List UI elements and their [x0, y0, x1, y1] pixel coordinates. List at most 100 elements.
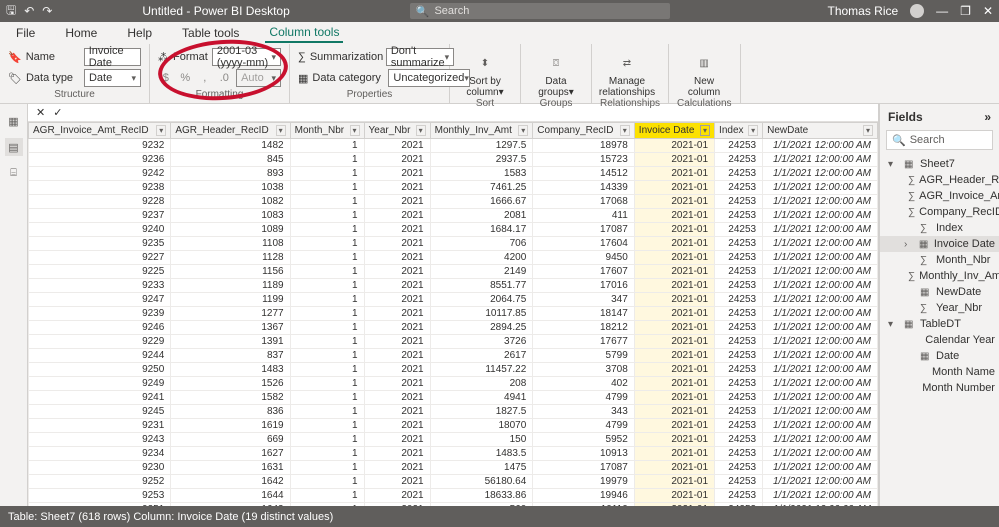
cell[interactable]: 2021 — [364, 461, 430, 475]
cell[interactable]: 3708 — [533, 363, 635, 377]
field-item[interactable]: ∑Monthly_Inv_Amt — [880, 268, 999, 284]
cell[interactable]: 2021 — [364, 195, 430, 209]
cell[interactable]: 2021 — [364, 237, 430, 251]
percent-icon[interactable]: % — [178, 70, 194, 86]
cell[interactable]: 9236 — [29, 153, 171, 167]
tab-file[interactable]: File — [12, 24, 39, 42]
field-item[interactable]: ›▦Invoice Date — [880, 236, 999, 252]
cell[interactable]: 9249 — [29, 377, 171, 391]
cell[interactable]: 1/1/2021 12:00:00 AM — [763, 223, 878, 237]
cell[interactable]: 1367 — [171, 321, 290, 335]
cell[interactable]: 2937.5 — [430, 153, 533, 167]
cell[interactable]: 1 — [290, 363, 364, 377]
cell[interactable]: 9242 — [29, 167, 171, 181]
cell[interactable]: 17607 — [533, 265, 635, 279]
cell[interactable]: 2021 — [364, 139, 430, 153]
data-category-dropdown[interactable]: Uncategorized▾ — [388, 69, 470, 87]
field-item[interactable]: ∑Company_RecID — [880, 204, 999, 220]
cell[interactable]: 24253 — [715, 265, 763, 279]
cell[interactable]: 1/1/2021 12:00:00 AM — [763, 377, 878, 391]
cell[interactable]: 7461.25 — [430, 181, 533, 195]
cell[interactable]: 1128 — [171, 251, 290, 265]
cell[interactable]: 1/1/2021 12:00:00 AM — [763, 167, 878, 181]
cell[interactable]: 1 — [290, 167, 364, 181]
cell[interactable]: 2021-01 — [634, 139, 714, 153]
cell[interactable]: 24253 — [715, 419, 763, 433]
cell[interactable]: 24253 — [715, 321, 763, 335]
cell[interactable]: 2021 — [364, 419, 430, 433]
column-header[interactable]: Company_RecID▾ — [533, 123, 635, 139]
cell[interactable]: 1/1/2021 12:00:00 AM — [763, 391, 878, 405]
cell[interactable]: 1 — [290, 489, 364, 503]
cell[interactable]: 9247 — [29, 293, 171, 307]
tab-help[interactable]: Help — [123, 24, 156, 42]
cell[interactable]: 18633.86 — [430, 489, 533, 503]
cell[interactable]: 17604 — [533, 237, 635, 251]
cell[interactable]: 2064.75 — [430, 293, 533, 307]
cell[interactable]: 2021 — [364, 265, 430, 279]
cell[interactable]: 1 — [290, 433, 364, 447]
cell[interactable]: 9250 — [29, 363, 171, 377]
cell[interactable]: 2021-01 — [634, 181, 714, 195]
cell[interactable]: 1631 — [171, 461, 290, 475]
cell[interactable]: 17068 — [533, 195, 635, 209]
cell[interactable]: 2021 — [364, 279, 430, 293]
cell[interactable]: 1 — [290, 237, 364, 251]
cell[interactable]: 411 — [533, 209, 635, 223]
cell[interactable]: 706 — [430, 237, 533, 251]
field-item[interactable]: ∑Month_Nbr — [880, 252, 999, 268]
cell[interactable]: 2021 — [364, 391, 430, 405]
field-item[interactable]: ∑AGR_Header_RecID — [880, 172, 999, 188]
cell[interactable]: 1038 — [171, 181, 290, 195]
cell[interactable]: 2021-01 — [634, 237, 714, 251]
cell[interactable]: 10110 — [533, 503, 635, 507]
cell[interactable]: 2021-01 — [634, 251, 714, 265]
cell[interactable]: 2021 — [364, 377, 430, 391]
cell[interactable]: 1108 — [171, 237, 290, 251]
cell[interactable]: 2021-01 — [634, 503, 714, 507]
field-item[interactable]: Month Name — [880, 364, 999, 380]
cell[interactable]: 10117.85 — [430, 307, 533, 321]
cell[interactable]: 24253 — [715, 307, 763, 321]
column-header[interactable]: Year_Nbr▾ — [364, 123, 430, 139]
cell[interactable]: 24253 — [715, 139, 763, 153]
cell[interactable]: 1/1/2021 12:00:00 AM — [763, 335, 878, 349]
cell[interactable]: 2021-01 — [634, 265, 714, 279]
cell[interactable]: 2021-01 — [634, 349, 714, 363]
cell[interactable]: 18070 — [430, 419, 533, 433]
cell[interactable]: 2021-01 — [634, 391, 714, 405]
fields-search[interactable]: 🔍Search — [886, 130, 993, 150]
cell[interactable]: 1/1/2021 12:00:00 AM — [763, 503, 878, 507]
cell[interactable]: 1 — [290, 293, 364, 307]
cell[interactable]: 17087 — [533, 223, 635, 237]
column-header[interactable]: Index▾ — [715, 123, 763, 139]
cell[interactable]: 9239 — [29, 307, 171, 321]
new-column-button[interactable]: ▥Newcolumn — [677, 48, 731, 98]
cell[interactable]: 1/1/2021 12:00:00 AM — [763, 419, 878, 433]
cell[interactable]: 1475 — [430, 461, 533, 475]
cell[interactable]: 9450 — [533, 251, 635, 265]
report-view-icon[interactable]: ▦ — [5, 112, 23, 130]
cell[interactable]: 1483.5 — [430, 447, 533, 461]
cell[interactable]: 1/1/2021 12:00:00 AM — [763, 195, 878, 209]
cell[interactable]: 1/1/2021 12:00:00 AM — [763, 293, 878, 307]
cell[interactable]: 1/1/2021 12:00:00 AM — [763, 489, 878, 503]
cell[interactable]: 1/1/2021 12:00:00 AM — [763, 321, 878, 335]
cell[interactable]: 1827.5 — [430, 405, 533, 419]
cell[interactable]: 2021-01 — [634, 433, 714, 447]
cell[interactable]: 2021 — [364, 447, 430, 461]
cell[interactable]: 2021 — [364, 293, 430, 307]
cell[interactable]: 1 — [290, 209, 364, 223]
cell[interactable]: 24253 — [715, 237, 763, 251]
cell[interactable]: 9227 — [29, 251, 171, 265]
cell[interactable]: 24253 — [715, 335, 763, 349]
field-item[interactable]: ∑Index — [880, 220, 999, 236]
cell[interactable]: 1/1/2021 12:00:00 AM — [763, 279, 878, 293]
column-header[interactable]: AGR_Header_RecID▾ — [171, 123, 290, 139]
cell[interactable]: 15723 — [533, 153, 635, 167]
cell[interactable]: 2021 — [364, 321, 430, 335]
cell[interactable]: 2021 — [364, 181, 430, 195]
cell[interactable]: 9237 — [29, 209, 171, 223]
cell[interactable]: 2021-01 — [634, 293, 714, 307]
cell[interactable]: 18147 — [533, 307, 635, 321]
